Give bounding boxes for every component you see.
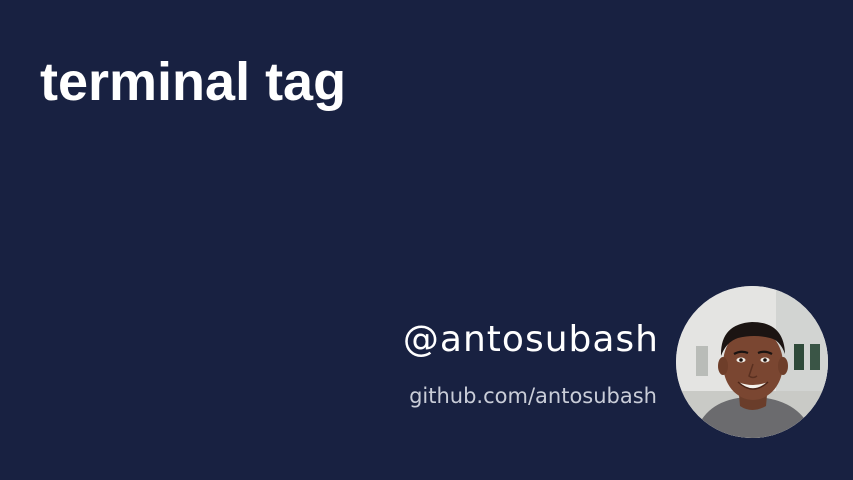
github-link[interactable]: github.com/antosubash [409, 382, 657, 410]
title-slide: terminal tag @antosubash github.com/anto… [0, 0, 853, 480]
avatar [676, 286, 828, 438]
author-handle: @antosubash [402, 319, 659, 360]
avatar-photo-icon [676, 286, 828, 438]
slide-title: terminal tag [40, 52, 347, 112]
